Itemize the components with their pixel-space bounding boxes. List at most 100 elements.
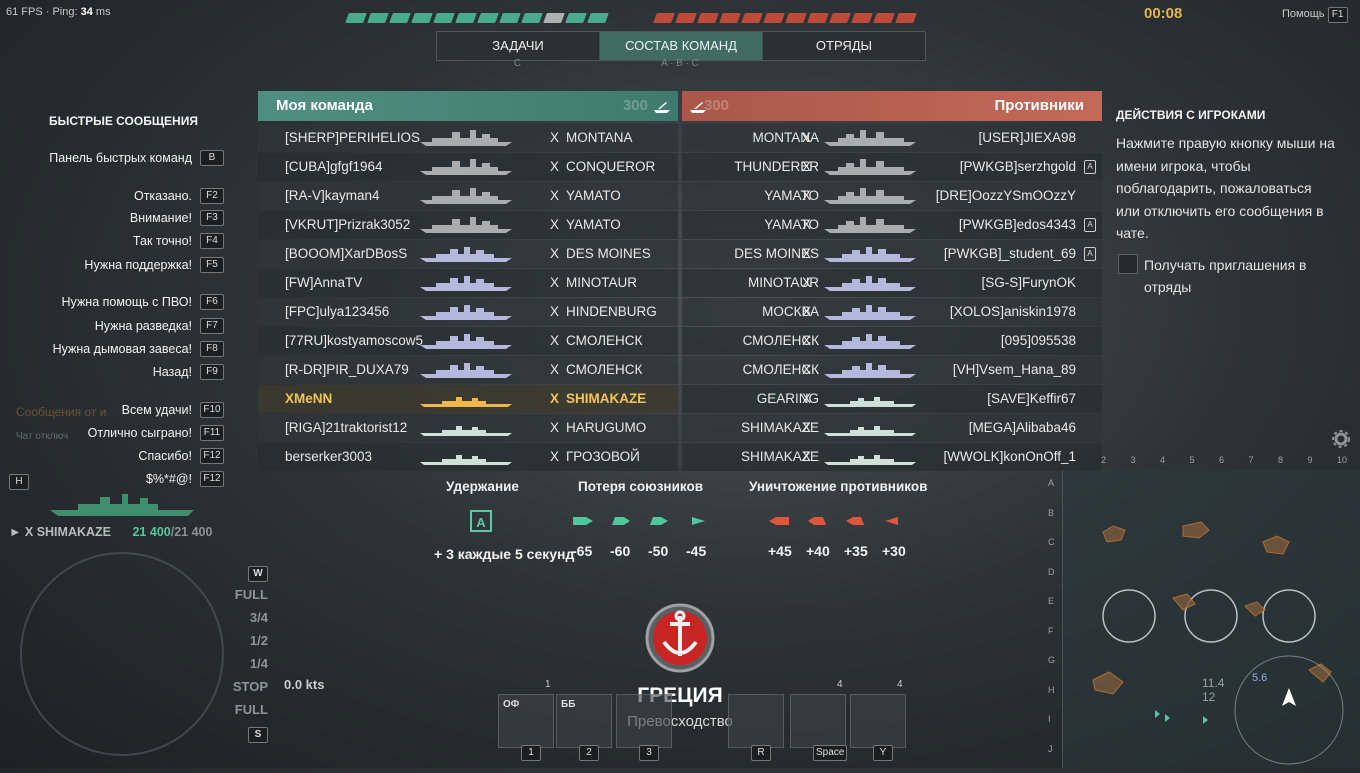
quick-message-item[interactable]: Нужна поддержка! F5 <box>84 257 224 273</box>
minimap-row-label: E <box>1048 596 1055 606</box>
quick-message-item[interactable]: Нужна разведка! F7 <box>95 318 224 334</box>
ship-tier: X <box>550 420 560 435</box>
enemy-player-row[interactable]: MONTANA X [USER]JIEXA98 <box>682 124 1102 152</box>
own-ship-marker <box>543 13 565 23</box>
ship-name: HARUGUMO <box>566 420 647 435</box>
enemy-player-row[interactable]: YAMATO X [DRE]OozzYSmOOzzY <box>682 182 1102 210</box>
ally-loss-value: -65 <box>572 543 593 559</box>
quick-message-item[interactable]: $%*#@! F12 <box>146 471 224 487</box>
quick-message-item[interactable]: Нужна дымовая завеса! F8 <box>53 341 224 357</box>
enemy-player-row[interactable]: GEARING X [SAVE]Keffir67 <box>682 385 1102 413</box>
ally-player-row[interactable]: [VKRUT]Prizrak3052 X YAMATO <box>258 211 678 239</box>
consumable-label: ОФ <box>503 699 520 710</box>
ally-ship-marker <box>587 13 609 23</box>
consumables-bar: ОФ 1 1 ББ 2 3 R 4 Space 4 Y <box>498 679 908 764</box>
ship-silhouette-icon <box>824 188 916 204</box>
own-ship-silhouette-icon <box>50 494 194 516</box>
throttle-key: W <box>248 566 268 582</box>
ship-silhouette-icon <box>420 363 512 378</box>
quick-message-key: F11 <box>200 425 224 441</box>
consumable-slot[interactable]: ОФ 1 1 <box>498 679 554 761</box>
tab-tasks[interactable]: ЗАДАЧИ <box>437 32 600 60</box>
anchor-emblem-icon <box>645 603 715 673</box>
enemy-player-row[interactable]: МОСКВА X [XOLOS]aniskin1978 <box>682 298 1102 326</box>
enemy-player-row[interactable]: SHIMAKAZE X [MEGA]Alibaba46 <box>682 414 1102 442</box>
ship-tier: X <box>550 333 560 348</box>
throttle-step: S <box>232 721 268 744</box>
consumable-slot[interactable]: 3 <box>616 694 672 761</box>
ally-player-row[interactable]: [R-DR]PIR_DUXA79 X СМОЛЕНСК <box>258 356 678 384</box>
player-name: [PWKGB]serzhgold <box>959 159 1076 174</box>
minimap-row-label: G <box>1048 655 1056 665</box>
quick-message-item[interactable]: Отказано. F2 <box>134 188 224 204</box>
gear-icon[interactable] <box>1332 430 1350 448</box>
minimap-column-label: 10 <box>1337 455 1348 465</box>
quick-message-label: Нужна помощь с ПВО! <box>61 295 192 309</box>
enemy-player-row[interactable]: SHIMAKAZE X [WWOLK]konOnOff_1 <box>682 443 1102 471</box>
ally-ship-marker <box>345 13 367 23</box>
my-team-header: Моя команда 300 <box>258 91 678 121</box>
ally-player-row[interactable]: [77RU]kostyamoscow5 X СМОЛЕНСК <box>258 327 678 355</box>
help-hint[interactable]: Помощь F1 <box>1282 7 1348 23</box>
quick-message-item[interactable]: Всем удачи! F10 <box>122 402 224 418</box>
ally-player-row[interactable]: [RA-V]kayman4 X YAMATO <box>258 182 678 210</box>
ally-player-row[interactable]: [BOOOM]XarDBosS X DES MOINES <box>258 240 678 268</box>
enemy-player-row[interactable]: MINOTAUR X [SG-S]FurynOK <box>682 269 1102 297</box>
quick-message-label: Нужна разведка! <box>94 319 192 333</box>
tab-sub-roster: A · B · C <box>661 58 699 69</box>
quick-message-item[interactable]: Так точно! F4 <box>133 233 224 249</box>
ally-player-row[interactable]: berserker3003 X ГРОЗОВОЙ <box>258 443 678 471</box>
enemy-player-row[interactable]: THUNDERER X [PWKGB]serzhgold A <box>682 153 1102 181</box>
minimap[interactable] <box>1062 470 1360 768</box>
consumable-key: Space <box>813 745 848 761</box>
ship-silhouette-icon <box>824 426 916 436</box>
minimap-column-label: 6 <box>1219 455 1225 465</box>
throttle-step: 3/4 <box>249 610 268 625</box>
ally-player-row[interactable]: [RIGA]21traktorist12 X HARUGUMO <box>258 414 678 442</box>
ally-player-row[interactable]: XMeNN X SHIMAKAZE <box>258 385 678 413</box>
quick-message-label: Отказано. <box>133 189 192 203</box>
quick-message-item[interactable]: Спасибо! F12 <box>138 448 224 464</box>
consumable-slot[interactable]: 4 Space <box>790 679 848 761</box>
consumable-slot[interactable]: R <box>728 694 784 761</box>
ally-loss-title: Потеря союзников <box>578 479 704 494</box>
ally-player-row[interactable]: [SHERP]PERIHELIOS X MONTANA <box>258 124 678 152</box>
player-name: [RA-V]kayman4 <box>285 188 380 203</box>
consumable-slot[interactable]: 4Y <box>850 679 906 761</box>
tab-divisions[interactable]: ОТРЯДЫ <box>763 32 925 60</box>
quick-message-key: F12 <box>200 448 224 464</box>
ship-tier: X <box>550 188 560 203</box>
consumable-key: R <box>751 745 771 761</box>
player-name: [SAVE]Keffir67 <box>987 391 1076 406</box>
quick-message-item[interactable]: Назад! F9 <box>153 364 224 380</box>
own-ship-hp-max: /21 400 <box>170 525 213 539</box>
player-name: [VKRUT]Prizrak3052 <box>285 217 411 232</box>
quick-message-item[interactable]: Нужна помощь с ПВО! F6 <box>62 294 224 310</box>
ally-player-row[interactable]: [FW]AnnaTV X MINOTAUR <box>258 269 678 297</box>
consumable-key: 1 <box>521 745 541 761</box>
ship-tier: X <box>550 362 560 377</box>
consumable-count: 1 <box>545 679 551 690</box>
quick-message-item[interactable]: Отлично сыграно! F11 <box>88 425 224 441</box>
player-name: [MEGA]Alibaba46 <box>968 420 1076 435</box>
enemy-player-row[interactable]: СМОЛЕНСК X [095]095538 <box>682 327 1102 355</box>
ally-loss-value: -60 <box>610 543 631 559</box>
enemy-player-row[interactable]: DES MOINES X [PWKGB]_student_69 A <box>682 240 1102 268</box>
throttle-step: FULL <box>234 587 268 602</box>
capture-point-badge: A <box>470 510 492 532</box>
ally-player-row[interactable]: [FPC]ulya123456 X HINDENBURG <box>258 298 678 326</box>
quick-message-label: $%*#@! <box>145 472 192 486</box>
enemy-player-row[interactable]: YAMATO X [PWKGB]edos4343 A <box>682 211 1102 239</box>
division-badge: A <box>1084 160 1096 174</box>
division-invites-checkbox[interactable] <box>1118 254 1138 274</box>
throttle-step: FULL <box>234 702 268 717</box>
division-invites-label[interactable]: Получать приглашения в отряды <box>1144 254 1344 298</box>
quick-message-item[interactable]: Внимание! F3 <box>130 210 224 226</box>
ship-tier: X <box>550 275 560 290</box>
quick-message-item[interactable]: Панель быстрых команд B <box>49 150 224 166</box>
ally-player-row[interactable]: [CUBA]gfgf1964 X CONQUEROR <box>258 153 678 181</box>
enemy-player-row[interactable]: СМОЛЕНСК X [VH]Vsem_Hana_89 <box>682 356 1102 384</box>
tab-team-roster[interactable]: СОСТАВ КОМАНД <box>600 32 763 60</box>
player-name: [WWOLK]konOnOff_1 <box>943 449 1076 464</box>
consumable-slot[interactable]: ББ 2 <box>556 694 612 761</box>
